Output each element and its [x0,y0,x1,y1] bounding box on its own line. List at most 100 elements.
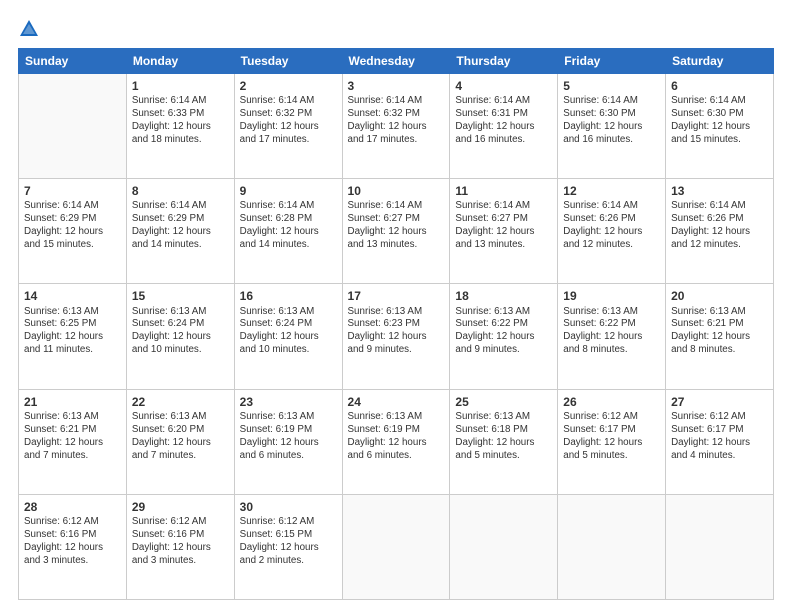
calendar-cell: 24Sunrise: 6:13 AM Sunset: 6:19 PM Dayli… [342,389,450,494]
weekday-header: Thursday [450,49,558,74]
calendar-cell: 15Sunrise: 6:13 AM Sunset: 6:24 PM Dayli… [126,284,234,389]
weekday-header: Friday [558,49,666,74]
calendar-cell: 4Sunrise: 6:14 AM Sunset: 6:31 PM Daylig… [450,74,558,179]
day-number: 2 [240,78,337,94]
calendar-cell: 27Sunrise: 6:12 AM Sunset: 6:17 PM Dayli… [666,389,774,494]
day-info: Sunrise: 6:14 AM Sunset: 6:32 PM Dayligh… [240,95,337,147]
calendar-cell: 2Sunrise: 6:14 AM Sunset: 6:32 PM Daylig… [234,74,342,179]
day-number: 17 [348,288,445,304]
day-number: 29 [132,499,229,515]
calendar-cell: 30Sunrise: 6:12 AM Sunset: 6:15 PM Dayli… [234,494,342,599]
calendar-week-row: 7Sunrise: 6:14 AM Sunset: 6:29 PM Daylig… [19,179,774,284]
day-info: Sunrise: 6:12 AM Sunset: 6:15 PM Dayligh… [240,516,337,568]
calendar-cell: 21Sunrise: 6:13 AM Sunset: 6:21 PM Dayli… [19,389,127,494]
day-info: Sunrise: 6:12 AM Sunset: 6:17 PM Dayligh… [563,411,660,463]
calendar-cell: 25Sunrise: 6:13 AM Sunset: 6:18 PM Dayli… [450,389,558,494]
day-info: Sunrise: 6:13 AM Sunset: 6:18 PM Dayligh… [455,411,552,463]
weekday-header: Monday [126,49,234,74]
day-info: Sunrise: 6:13 AM Sunset: 6:21 PM Dayligh… [24,411,121,463]
day-info: Sunrise: 6:12 AM Sunset: 6:16 PM Dayligh… [24,516,121,568]
day-number: 9 [240,183,337,199]
calendar-cell [666,494,774,599]
day-number: 13 [671,183,768,199]
day-info: Sunrise: 6:14 AM Sunset: 6:29 PM Dayligh… [24,200,121,252]
day-info: Sunrise: 6:13 AM Sunset: 6:21 PM Dayligh… [671,306,768,358]
day-number: 6 [671,78,768,94]
day-number: 22 [132,394,229,410]
day-number: 16 [240,288,337,304]
day-info: Sunrise: 6:13 AM Sunset: 6:20 PM Dayligh… [132,411,229,463]
day-info: Sunrise: 6:12 AM Sunset: 6:17 PM Dayligh… [671,411,768,463]
calendar-week-row: 1Sunrise: 6:14 AM Sunset: 6:33 PM Daylig… [19,74,774,179]
calendar-cell: 13Sunrise: 6:14 AM Sunset: 6:26 PM Dayli… [666,179,774,284]
weekday-header: Wednesday [342,49,450,74]
calendar-cell: 16 Sunrise: 6:13 AM Sunset: 6:24 PM Dayli… [234,284,342,389]
day-info: Sunrise: 6:14 AM Sunset: 6:31 PM Dayligh… [455,95,552,147]
day-number: 25 [455,394,552,410]
calendar-cell [19,74,127,179]
day-number: 14 [24,288,121,304]
calendar-cell: 29Sunrise: 6:12 AM Sunset: 6:16 PM Dayli… [126,494,234,599]
calendar-cell [558,494,666,599]
day-info: Sunrise: 6:14 AM Sunset: 6:33 PM Dayligh… [132,95,229,147]
calendar-cell: 9Sunrise: 6:14 AM Sunset: 6:28 PM Daylig… [234,179,342,284]
day-info: Sunrise: 6:14 AM Sunset: 6:30 PM Dayligh… [563,95,660,147]
day-info: Sunrise: 6:12 AM Sunset: 6:16 PM Dayligh… [132,516,229,568]
day-info: Sunrise: 6:13 AM Sunset: 6:19 PM Dayligh… [240,411,337,463]
calendar-cell: 22Sunrise: 6:13 AM Sunset: 6:20 PM Dayli… [126,389,234,494]
calendar-cell: 12Sunrise: 6:14 AM Sunset: 6:26 PM Dayli… [558,179,666,284]
calendar-cell: 10Sunrise: 6:14 AM Sunset: 6:27 PM Dayli… [342,179,450,284]
page: SundayMondayTuesdayWednesdayThursdayFrid… [0,0,792,612]
day-info: Sunrise: 6:14 AM Sunset: 6:26 PM Dayligh… [671,200,768,252]
calendar-cell: 5Sunrise: 6:14 AM Sunset: 6:30 PM Daylig… [558,74,666,179]
calendar-week-row: 28Sunrise: 6:12 AM Sunset: 6:16 PM Dayli… [19,494,774,599]
calendar-cell [342,494,450,599]
day-number: 24 [348,394,445,410]
calendar-cell: 11Sunrise: 6:14 AM Sunset: 6:27 PM Dayli… [450,179,558,284]
calendar-cell: 6Sunrise: 6:14 AM Sunset: 6:30 PM Daylig… [666,74,774,179]
weekday-header: Tuesday [234,49,342,74]
weekday-header: Sunday [19,49,127,74]
day-number: 21 [24,394,121,410]
day-number: 1 [132,78,229,94]
calendar-cell: 1Sunrise: 6:14 AM Sunset: 6:33 PM Daylig… [126,74,234,179]
day-number: 10 [348,183,445,199]
day-info: Sunrise: 6:14 AM Sunset: 6:27 PM Dayligh… [348,200,445,252]
day-info: Sunrise: 6:14 AM Sunset: 6:30 PM Dayligh… [671,95,768,147]
day-info: Sunrise: 6:14 AM Sunset: 6:26 PM Dayligh… [563,200,660,252]
calendar-cell: 26Sunrise: 6:12 AM Sunset: 6:17 PM Dayli… [558,389,666,494]
day-number: 12 [563,183,660,199]
calendar-week-row: 21Sunrise: 6:13 AM Sunset: 6:21 PM Dayli… [19,389,774,494]
calendar-cell: 20 Sunrise: 6:13 AM Sunset: 6:21 PM Dayli… [666,284,774,389]
calendar-cell: 23Sunrise: 6:13 AM Sunset: 6:19 PM Dayli… [234,389,342,494]
day-number: 23 [240,394,337,410]
day-number: 8 [132,183,229,199]
calendar-cell: 14Sunrise: 6:13 AM Sunset: 6:25 PM Dayli… [19,284,127,389]
calendar-header-row: SundayMondayTuesdayWednesdayThursdayFrid… [19,49,774,74]
day-number: 27 [671,394,768,410]
day-number: 3 [348,78,445,94]
day-number: 28 [24,499,121,515]
day-info: Sunrise: 6:13 AM Sunset: 6:22 PM Dayligh… [563,306,660,358]
day-number: 4 [455,78,552,94]
day-number: 5 [563,78,660,94]
calendar-cell: 17 Sunrise: 6:13 AM Sunset: 6:23 PM Dayli… [342,284,450,389]
calendar-cell [450,494,558,599]
day-info: Sunrise: 6:14 AM Sunset: 6:28 PM Dayligh… [240,200,337,252]
calendar-table: SundayMondayTuesdayWednesdayThursdayFrid… [18,48,774,600]
day-number: 18 [455,288,552,304]
calendar-cell: 19 Sunrise: 6:13 AM Sunset: 6:22 PM Dayli… [558,284,666,389]
day-number: 26 [563,394,660,410]
day-info: Sunrise: 6:14 AM Sunset: 6:29 PM Dayligh… [132,200,229,252]
day-info: Sunrise: 6:13 AM Sunset: 6:24 PM Dayligh… [240,306,337,358]
calendar-cell: 28Sunrise: 6:12 AM Sunset: 6:16 PM Dayli… [19,494,127,599]
day-number: 20 [671,288,768,304]
day-info: Sunrise: 6:13 AM Sunset: 6:22 PM Dayligh… [455,306,552,358]
day-info: Sunrise: 6:13 AM Sunset: 6:23 PM Dayligh… [348,306,445,358]
day-number: 11 [455,183,552,199]
day-number: 15 [132,288,229,304]
day-number: 19 [563,288,660,304]
calendar-cell: 7Sunrise: 6:14 AM Sunset: 6:29 PM Daylig… [19,179,127,284]
calendar-cell: 8Sunrise: 6:14 AM Sunset: 6:29 PM Daylig… [126,179,234,284]
day-number: 30 [240,499,337,515]
